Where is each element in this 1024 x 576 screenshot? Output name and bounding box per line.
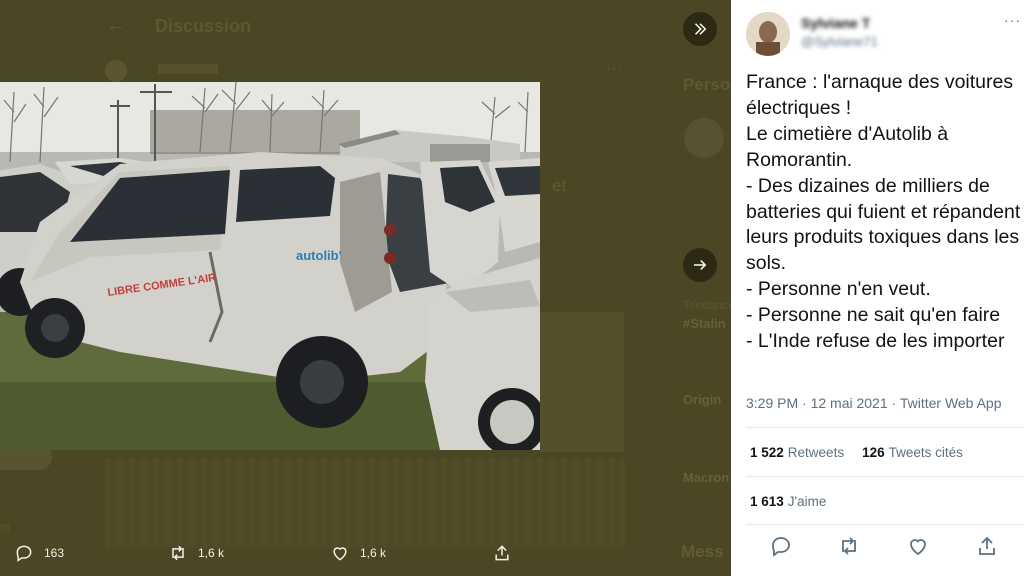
author-row[interactable]: Sylviane T @Sylviane71 (746, 12, 1016, 56)
retweet-icon[interactable] (837, 534, 861, 558)
media-action-bar: 163 1,6 k 1,6 k (0, 536, 540, 570)
background-title: Discussion (155, 16, 252, 36)
avatar-image (746, 12, 790, 56)
tweet-photo[interactable]: autolib' LIBRE COMME L'AIR (0, 82, 540, 450)
author-handle[interactable]: @Sylviane71 (801, 34, 878, 49)
divider (746, 476, 1024, 477)
share-icon (495, 545, 509, 561)
background-thumbnails (105, 458, 625, 548)
back-arrow-icon[interactable]: ← (106, 14, 126, 37)
likes-stats: 1 613 J'aime (750, 494, 826, 509)
retweets-label: Retweets (787, 445, 845, 460)
author-name[interactable]: Sylviane T (801, 15, 870, 31)
reply-icon[interactable] (769, 534, 793, 558)
like-icon[interactable] (906, 534, 930, 558)
background-trend-label: Tendance (683, 298, 731, 312)
collapse-panel-button[interactable] (683, 12, 717, 46)
photo-brand-text: autolib' (296, 248, 342, 263)
quotes-label: Tweets cités (888, 445, 963, 460)
next-image-button[interactable] (683, 248, 717, 282)
background-avatar (105, 60, 127, 82)
background-trend-2: Origin (683, 392, 722, 407)
background-side-image (540, 312, 624, 452)
engagement-stats: 1 522 Retweets 126 Tweets cités (750, 445, 963, 460)
background-name-placeholder (158, 64, 218, 74)
background-partial-text: et (552, 176, 567, 195)
background-left-partial: ot (0, 520, 11, 534)
retweet-count: 1,6 k (198, 546, 225, 560)
likes-stat[interactable]: 1 613 J'aime (750, 494, 826, 509)
background-trend-1: #Stalin (683, 316, 726, 331)
more-icon[interactable]: ··· (1004, 12, 1021, 28)
tweet-panel: Sylviane T @Sylviane71 ··· France : l'ar… (731, 0, 1024, 576)
photo-illustration: autolib' LIBRE COMME L'AIR (0, 82, 540, 450)
reply-count: 163 (44, 546, 65, 560)
divider (746, 524, 1024, 525)
quotes-stat[interactable]: 126 Tweets cités (862, 445, 963, 460)
like-icon (333, 547, 347, 561)
background-messages-title: Mess (681, 542, 724, 561)
share-icon[interactable] (975, 534, 999, 558)
like-count: 1,6 k (360, 546, 387, 560)
retweet-icon (172, 545, 184, 561)
reply-icon (16, 545, 32, 562)
retweets-stat[interactable]: 1 522 Retweets (750, 445, 844, 460)
avatar[interactable] (746, 12, 790, 56)
likes-label: J'aime (787, 494, 827, 509)
share-button[interactable] (492, 536, 512, 570)
reply-button[interactable]: 163 (14, 536, 64, 570)
tweet-text: France : l'arnaque des voitures électriq… (746, 71, 1021, 353)
background-more-icon: ··· (606, 60, 623, 76)
background-trend-3: Macron (683, 470, 730, 485)
likes-count: 1 613 (750, 494, 784, 509)
divider (746, 427, 1024, 428)
tweet-timestamp[interactable]: 3:29 PM · 12 mai 2021 · Twitter Web App (746, 395, 1002, 411)
background-side-avatar (684, 118, 724, 158)
next-arrow-icon (694, 259, 707, 271)
like-button[interactable]: 1,6 k (330, 536, 386, 570)
retweet-button[interactable]: 1,6 k (168, 536, 224, 570)
tweet-action-bar (731, 534, 1024, 560)
collapse-icon (694, 23, 707, 35)
background-right-title: Perso (683, 75, 731, 94)
retweets-count: 1 522 (750, 445, 784, 460)
quotes-count: 126 (862, 445, 885, 460)
